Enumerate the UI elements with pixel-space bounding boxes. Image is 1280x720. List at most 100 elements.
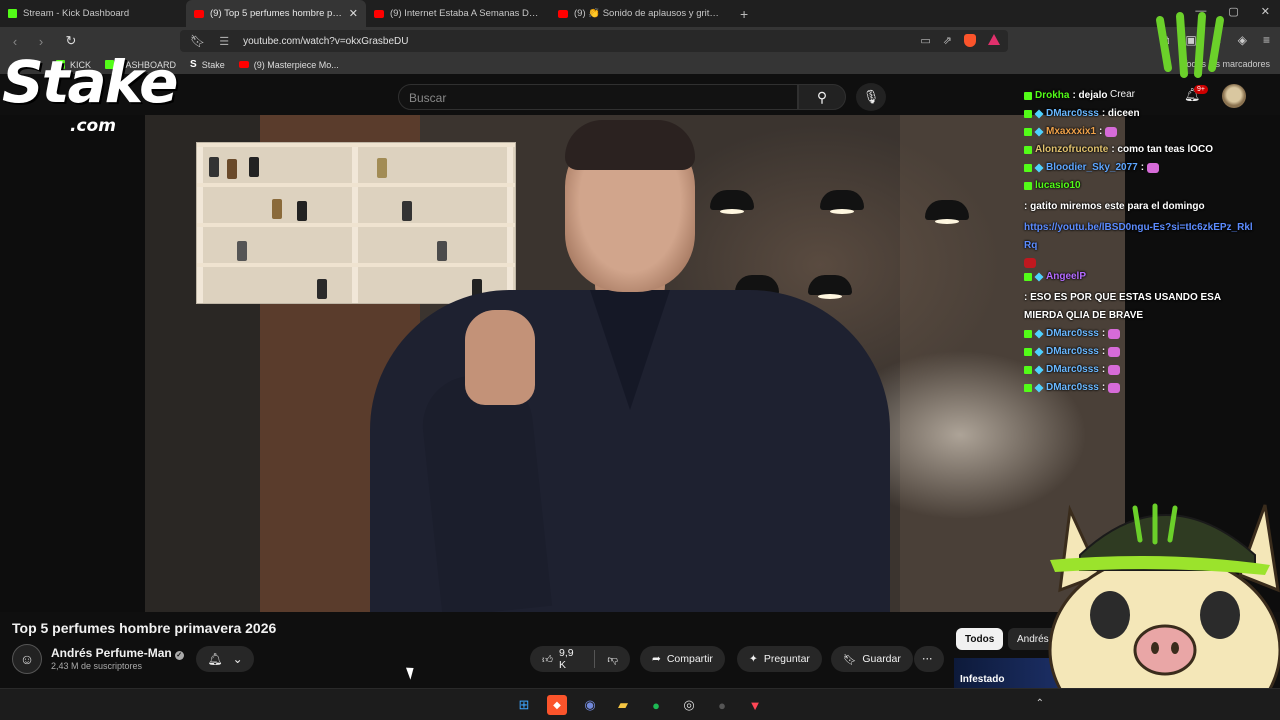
brave-browser-icon[interactable]: ◆ xyxy=(547,695,567,715)
kick-badge-icon xyxy=(1024,128,1032,136)
reload-icon[interactable]: ↻ xyxy=(60,33,82,49)
more-icon: ⋯ xyxy=(922,653,933,665)
sparkle-icon: ✦ xyxy=(749,653,758,665)
dislike-icon[interactable]: 👎︎ xyxy=(607,653,618,666)
channel-name[interactable]: Andrés Perfume-Man ✓ xyxy=(51,646,184,660)
forward-icon[interactable]: › xyxy=(30,34,52,49)
bottle xyxy=(227,159,237,179)
chat-username: lucasio10 xyxy=(1035,180,1081,191)
verified-icon: ✓ xyxy=(174,651,184,660)
close-icon[interactable]: ✕ xyxy=(349,7,358,20)
fist xyxy=(465,310,535,405)
kick-badge-icon xyxy=(1024,182,1032,190)
like-dislike-group: 👍︎ 9,9 K 👎︎ xyxy=(530,646,630,672)
stake-logo-suffix: .com xyxy=(70,116,116,136)
tab-youtube-aplausos[interactable]: (9) 👏 Sonido de aplausos y gritos de xyxy=(550,0,730,27)
chat-message: lucasio10: gatito miremos este para el d… xyxy=(1024,177,1256,268)
share-icon[interactable]: ⇗ xyxy=(943,34,952,47)
address-bar-actions: ▭ ⇗ xyxy=(920,34,1000,47)
kick-badge-icon xyxy=(1024,110,1032,118)
kick-badge-icon xyxy=(1024,366,1032,374)
bookmark-icon[interactable]: 🔖︎ xyxy=(190,34,205,48)
chat-message: DMarc0sss: diceen xyxy=(1024,105,1256,123)
browser-tab-bar: Stream - Kick Dashboard (9) Top 5 perfum… xyxy=(0,0,1280,27)
chat-link[interactable]: https://youtu.be/lBSD0ngu-Es?si=tIc6zkEP… xyxy=(1024,219,1256,255)
tab-label: (9) Internet Estaba A Semanas Del De xyxy=(390,8,542,19)
chat-text: : como tan teas lOCO xyxy=(1111,144,1214,155)
system-tray-chevron-icon[interactable]: ⌃ xyxy=(1036,698,1044,709)
save-icon: 🔖︎ xyxy=(843,653,857,666)
obs-icon[interactable]: ◎ xyxy=(679,695,699,715)
cast-icon[interactable]: ▭ xyxy=(920,34,930,47)
discord-icon[interactable]: ◉ xyxy=(580,695,600,715)
back-icon[interactable]: ‹ xyxy=(4,34,26,49)
subscription-button[interactable]: 🔔︎ ⌄ xyxy=(196,646,254,672)
emote-icon xyxy=(1108,329,1121,339)
chat-username: AngeelP xyxy=(1046,271,1087,282)
sub-badge-icon xyxy=(1034,272,1044,282)
stake-logo-word: Stake xyxy=(2,48,178,116)
voice-search-button[interactable]: 🎙︎ xyxy=(856,83,886,111)
bottle xyxy=(272,199,282,219)
chat-username: DMarc0sss xyxy=(1046,328,1099,339)
bookmark-label: Stake xyxy=(201,59,225,70)
kick-icon xyxy=(8,9,17,18)
emote-icon xyxy=(1147,163,1160,173)
kick-badge-icon xyxy=(1024,92,1032,100)
chip-all[interactable]: Todos xyxy=(956,628,1004,650)
close-window-icon[interactable]: ✕ xyxy=(1261,5,1270,18)
browser-toolbar: ‹ › ↻ 🔖︎ ☰ youtube.com/watch?v=okxGrasbe… xyxy=(0,27,1280,55)
channel-name-text[interactable]: Andrés Perfume-Man xyxy=(51,646,172,660)
more-actions-button[interactable]: ⋯ xyxy=(914,646,944,672)
ask-button[interactable]: ✦ Preguntar xyxy=(737,646,822,672)
search-button[interactable]: ⚲ xyxy=(798,84,846,110)
kick-badge-icon xyxy=(1024,330,1032,338)
chat-username: DMarc0sss xyxy=(1046,364,1099,375)
stake-icon: S xyxy=(190,59,197,70)
sub-badge-icon xyxy=(1034,347,1044,357)
like-icon[interactable]: 👍︎ xyxy=(542,653,553,666)
bottle xyxy=(249,157,259,177)
subscriber-count: 2,43 M de suscriptores xyxy=(51,661,143,671)
site-settings-icon[interactable]: ☰ xyxy=(219,35,229,48)
bottle xyxy=(297,201,307,221)
channel-avatar[interactable]: ☺ xyxy=(12,644,42,674)
like-count[interactable]: 9,9 K xyxy=(559,647,582,671)
bookmark-masterpiece[interactable]: (9) Masterpiece Mo... xyxy=(238,60,339,70)
chat-text: : xyxy=(1101,328,1106,339)
chat-text: : xyxy=(1099,126,1103,137)
tab-youtube-perfumes[interactable]: (9) Top 5 perfumes hombre primavera 2026… xyxy=(186,0,366,27)
tab-label: (9) 👏 Sonido de aplausos y gritos de xyxy=(574,8,722,19)
kick-badge-icon xyxy=(1024,273,1032,281)
share-button[interactable]: ➦ Compartir xyxy=(640,646,725,672)
search-input[interactable]: Buscar xyxy=(398,84,798,110)
monster-energy-logo xyxy=(1156,12,1224,78)
address-bar[interactable]: 🔖︎ ☰ youtube.com/watch?v=okxGrasbeDU ▭ ⇗ xyxy=(180,30,1008,52)
chat-text: : dejalo xyxy=(1072,90,1108,101)
brave-shields-icon[interactable] xyxy=(964,34,976,47)
tab-kick-dashboard[interactable]: Stream - Kick Dashboard xyxy=(0,0,186,27)
new-tab-button[interactable]: + xyxy=(730,6,758,22)
video-title: Top 5 perfumes hombre primavera 2026 xyxy=(12,620,277,636)
url-text[interactable]: youtube.com/watch?v=okxGrasbeDU xyxy=(243,36,408,47)
share-icon: ➦ xyxy=(652,653,661,665)
sub-badge-icon xyxy=(1034,329,1044,339)
save-button[interactable]: 🔖︎ Guardar xyxy=(831,646,913,672)
chat-message: Alonzofruconte: como tan teas lOCO xyxy=(1024,141,1256,159)
save-label: Guardar xyxy=(862,653,901,665)
youtube-icon xyxy=(238,61,249,68)
bookmark-stake[interactable]: S Stake xyxy=(190,59,225,70)
tab-youtube-internet[interactable]: (9) Internet Estaba A Semanas Del De xyxy=(366,0,550,27)
valorant-icon[interactable]: ▼ xyxy=(745,695,765,715)
brave-rewards-icon[interactable] xyxy=(988,34,1000,45)
windows-start-icon[interactable]: ⊞ xyxy=(514,695,534,715)
taskbar-apps: ⊞ ◆ ◉ ▰ ● ◎ ● ▼ xyxy=(514,695,765,715)
emote-icon xyxy=(1108,383,1121,393)
file-explorer-icon[interactable]: ▰ xyxy=(613,695,633,715)
app-icon[interactable]: ● xyxy=(712,695,732,715)
spotify-icon[interactable]: ● xyxy=(646,695,666,715)
vpn-icon[interactable]: ◈ xyxy=(1238,33,1247,48)
emote-icon xyxy=(1108,365,1121,375)
chat-text: : xyxy=(1101,382,1106,393)
menu-icon[interactable]: ≡ xyxy=(1263,33,1270,48)
